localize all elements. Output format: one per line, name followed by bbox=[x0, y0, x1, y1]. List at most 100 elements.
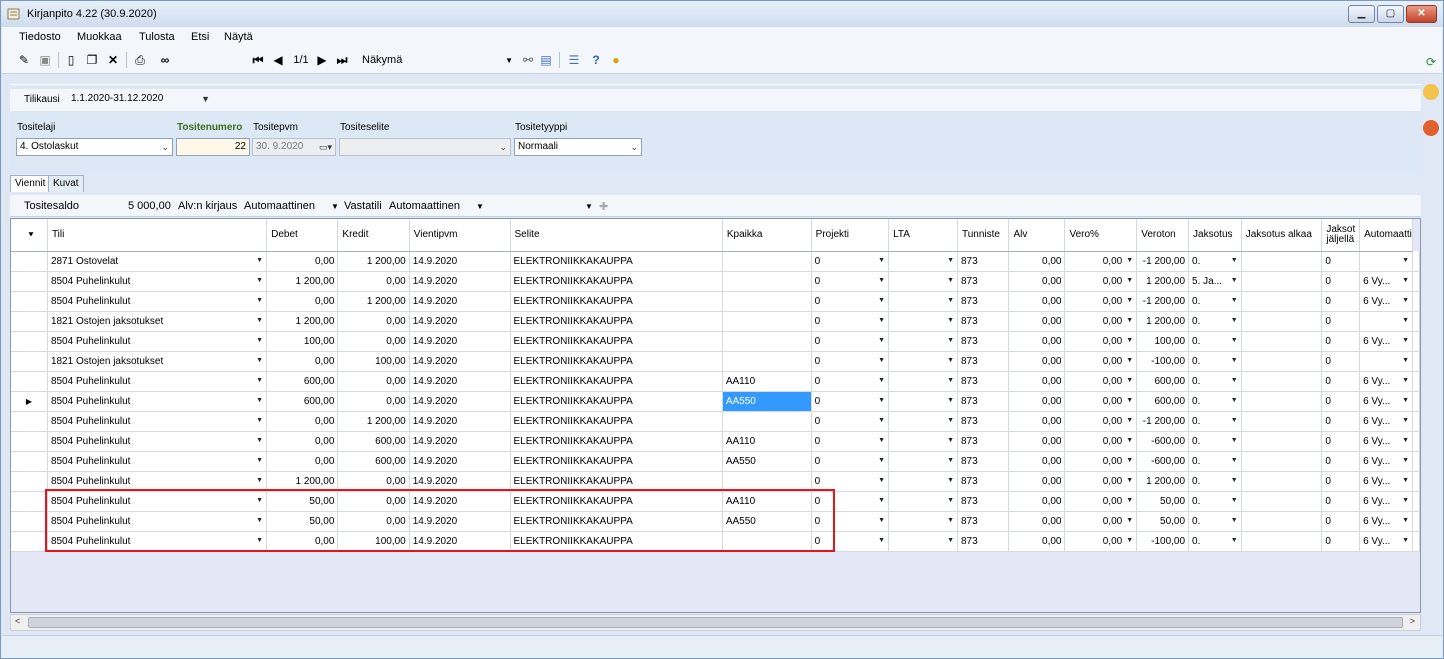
cell-vero[interactable]: 0,00 ▼ bbox=[1064, 371, 1138, 392]
cell-jaksotus-alkaa[interactable] bbox=[1241, 331, 1323, 352]
cell-jaksot-jaljella[interactable]: 0 bbox=[1321, 351, 1361, 372]
cell-automaatti[interactable]: 6 Vy... ▼ bbox=[1359, 271, 1413, 292]
cell-lta[interactable]: ▼ bbox=[888, 311, 958, 332]
chevron-down-icon[interactable]: ▼ bbox=[1231, 417, 1238, 424]
cell-tili[interactable]: 2871 Ostovelat ▼ bbox=[47, 251, 268, 272]
chevron-down-icon[interactable]: ▼ bbox=[878, 297, 885, 304]
print-icon[interactable]: ⎙ bbox=[131, 52, 149, 68]
cell-jaksot-jaljella[interactable]: 0 bbox=[1321, 411, 1361, 432]
cell-vientipvm[interactable]: 14.9.2020 bbox=[409, 431, 511, 452]
cell-debet[interactable]: 1 200,00 bbox=[266, 471, 339, 492]
col-debet[interactable]: Debet bbox=[266, 219, 339, 252]
row-selector[interactable] bbox=[11, 351, 48, 372]
cell-kredit[interactable]: 100,00 bbox=[337, 531, 410, 552]
cell-tili[interactable]: 8504 Puhelinkulut ▼ bbox=[47, 451, 268, 472]
cell-tili[interactable]: 1821 Ostojen jaksotukset ▼ bbox=[47, 351, 268, 372]
cell-jaksot-jaljella[interactable]: 0 bbox=[1321, 531, 1361, 552]
chevron-down-icon[interactable]: ▼ bbox=[1231, 537, 1238, 544]
cell-projekti[interactable]: 0 ▼ bbox=[811, 411, 890, 432]
chevron-down-icon[interactable]: ▼ bbox=[1126, 517, 1133, 524]
cell-vientipvm[interactable]: 14.9.2020 bbox=[409, 331, 511, 352]
chevron-down-icon[interactable]: ▼ bbox=[878, 317, 885, 324]
cell-selite[interactable]: ELEKTRONIIKKAKAUPPA bbox=[510, 471, 723, 492]
chevron-down-icon[interactable]: ▼ bbox=[256, 337, 263, 344]
row-selector[interactable] bbox=[11, 471, 48, 492]
cell-debet[interactable]: 0,00 bbox=[266, 351, 339, 372]
cell-jaksotus-alkaa[interactable] bbox=[1241, 491, 1323, 512]
chevron-down-icon[interactable]: ▼ bbox=[947, 377, 954, 384]
cell-alv[interactable]: 0,00 bbox=[1008, 371, 1066, 392]
cell-kpaikka[interactable]: AA110 bbox=[722, 491, 812, 512]
cell-lta[interactable]: ▼ bbox=[888, 491, 958, 512]
row-selector[interactable]: ▶ bbox=[11, 391, 48, 412]
cell-kpaikka[interactable] bbox=[722, 271, 812, 292]
cell-vientipvm[interactable]: 14.9.2020 bbox=[409, 311, 511, 332]
cell-lta[interactable]: ▼ bbox=[888, 351, 958, 372]
cell-tili[interactable]: 8504 Puhelinkulut ▼ bbox=[47, 431, 268, 452]
last-record-icon[interactable]: ⏭ bbox=[335, 52, 349, 68]
cell-kredit[interactable]: 600,00 bbox=[337, 451, 410, 472]
cell-jaksotus[interactable]: 0. ▼ bbox=[1188, 391, 1242, 412]
cell-lta[interactable]: ▼ bbox=[888, 291, 958, 312]
col-tunniste[interactable]: Tunniste bbox=[957, 219, 1010, 252]
cell-kpaikka[interactable] bbox=[722, 331, 812, 352]
chevron-down-icon[interactable]: ▼ bbox=[1402, 437, 1409, 444]
cell-lta[interactable]: ▼ bbox=[888, 251, 958, 272]
cell-debet[interactable]: 600,00 bbox=[266, 391, 339, 412]
cell-vientipvm[interactable]: 14.9.2020 bbox=[409, 251, 511, 272]
cell-tunniste[interactable]: 873 bbox=[957, 271, 1010, 292]
chevron-down-icon[interactable]: ▼ bbox=[1402, 277, 1409, 284]
cell-tunniste[interactable]: 873 bbox=[957, 531, 1010, 552]
cell-kpaikka[interactable]: AA550 bbox=[722, 511, 812, 532]
cell-veroton[interactable]: -100,00 bbox=[1136, 531, 1190, 552]
link-icon[interactable]: ⚯ bbox=[521, 52, 535, 68]
col-automaatti[interactable]: Automaatti bbox=[1359, 219, 1413, 252]
cell-debet[interactable]: 0,00 bbox=[266, 431, 339, 452]
chevron-down-icon[interactable]: ▼ bbox=[1231, 337, 1238, 344]
cell-jaksotus-alkaa[interactable] bbox=[1241, 531, 1323, 552]
cell-debet[interactable]: 0,00 bbox=[266, 251, 339, 272]
cell-debet[interactable]: 50,00 bbox=[266, 491, 339, 512]
cell-veroton[interactable]: -1 200,00 bbox=[1136, 291, 1190, 312]
cell-jaksotus[interactable]: 0. ▼ bbox=[1188, 251, 1242, 272]
table-row[interactable]: ▶ 8504 Puhelinkulut ▼ 600,00 0,00 14.9.2020 EL… bbox=[11, 391, 1420, 412]
cell-kpaikka[interactable] bbox=[722, 311, 812, 332]
chevron-down-icon[interactable]: ▼ bbox=[1126, 257, 1133, 264]
cell-lta[interactable]: ▼ bbox=[888, 451, 958, 472]
cell-kpaikka[interactable] bbox=[722, 411, 812, 432]
cell-vientipvm[interactable]: 14.9.2020 bbox=[409, 471, 511, 492]
scroll-right-icon[interactable]: > bbox=[1410, 616, 1415, 626]
binoculars-icon[interactable]: ∞ bbox=[156, 52, 174, 68]
cell-tili[interactable]: 8504 Puhelinkulut ▼ bbox=[47, 371, 268, 392]
chevron-down-icon[interactable]: ▼ bbox=[947, 417, 954, 424]
cell-projekti[interactable]: 0 ▼ bbox=[811, 531, 890, 552]
cell-vientipvm[interactable]: 14.9.2020 bbox=[409, 491, 511, 512]
cell-projekti[interactable]: 0 ▼ bbox=[811, 451, 890, 472]
cell-tili[interactable]: 8504 Puhelinkulut ▼ bbox=[47, 391, 268, 412]
chevron-down-icon[interactable]: ▼ bbox=[1402, 297, 1409, 304]
chevron-down-icon[interactable]: ▼ bbox=[1231, 517, 1238, 524]
cell-vero[interactable]: 0,00 ▼ bbox=[1064, 491, 1138, 512]
cell-automaatti[interactable]: ▼ bbox=[1359, 311, 1413, 332]
cell-tunniste[interactable]: 873 bbox=[957, 251, 1010, 272]
cell-alv[interactable]: 0,00 bbox=[1008, 431, 1066, 452]
chevron-down-icon[interactable]: ▼ bbox=[1231, 317, 1238, 324]
cell-veroton[interactable]: 1 200,00 bbox=[1136, 471, 1190, 492]
col-tili[interactable]: Tili bbox=[47, 219, 268, 252]
chevron-down-icon[interactable]: ▼ bbox=[1402, 257, 1409, 264]
cell-vero[interactable]: 0,00 ▼ bbox=[1064, 511, 1138, 532]
cell-kpaikka[interactable]: AA550 bbox=[722, 451, 812, 472]
cell-tili[interactable]: 8504 Puhelinkulut ▼ bbox=[47, 291, 268, 312]
cell-automaatti[interactable]: ▼ bbox=[1359, 251, 1413, 272]
tilikausi-select[interactable]: 1.1.2020-31.12.2020 ▼ bbox=[68, 91, 213, 109]
chevron-down-icon[interactable]: ▼ bbox=[878, 517, 885, 524]
chevron-down-icon[interactable]: ▼ bbox=[1231, 457, 1238, 464]
chevron-down-icon[interactable]: ▼ bbox=[256, 297, 263, 304]
cell-debet[interactable]: 0,00 bbox=[266, 451, 339, 472]
cell-jaksot-jaljella[interactable]: 0 bbox=[1321, 251, 1361, 272]
cell-kpaikka[interactable] bbox=[722, 251, 812, 272]
chevron-down-icon[interactable]: ▼ bbox=[1231, 497, 1238, 504]
cell-lta[interactable]: ▼ bbox=[888, 411, 958, 432]
cell-debet[interactable]: 100,00 bbox=[266, 331, 339, 352]
cell-jaksot-jaljella[interactable]: 0 bbox=[1321, 331, 1361, 352]
